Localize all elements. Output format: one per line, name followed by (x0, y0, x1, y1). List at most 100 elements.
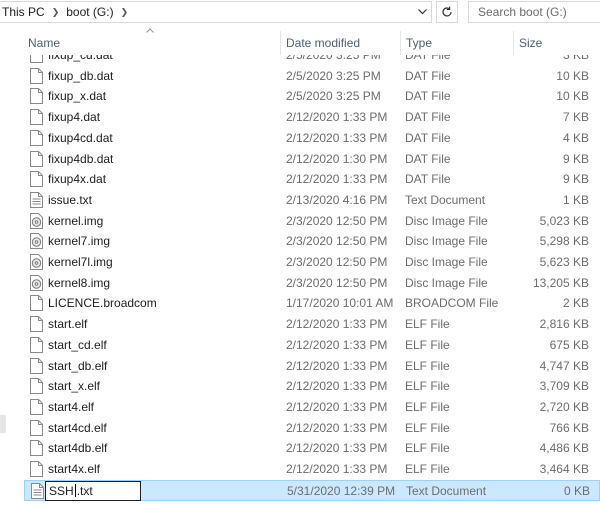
file-type: ELF File (405, 317, 450, 332)
file-name: start_db.elf (48, 358, 108, 373)
file-date: 2/3/2020 12:50 PM (286, 213, 388, 228)
file-row[interactable]: start4cd.elf 2/12/2020 1:33 PM ELF File 766… (24, 418, 600, 439)
file-size: 3 KB (562, 55, 589, 62)
file-name: start.elf (48, 317, 88, 332)
refresh-button[interactable] (436, 1, 458, 23)
file-row[interactable]: start4.elf 2/12/2020 1:33 PM ELF File 2,720… (24, 397, 600, 418)
file-date: 2/12/2020 1:33 PM (286, 130, 388, 145)
file-row[interactable]: LICENCE.broadcom 1/17/2020 10:01 AM BROADC… (24, 293, 600, 314)
file-name: start_cd.elf (48, 337, 107, 352)
file-name: fixup4.dat (48, 110, 101, 125)
file-row[interactable]: start4x.elf 2/12/2020 1:33 PM ELF File 3,46… (24, 459, 600, 480)
file-type: DAT File (405, 55, 451, 62)
file-row[interactable]: fixup_x.dat 2/5/2020 3:25 PM DAT File 10 KB (24, 86, 600, 107)
generic-file-icon (30, 295, 43, 312)
generic-file-icon (30, 461, 43, 477)
file-date: 2/5/2020 3:25 PM (286, 68, 381, 83)
file-type: DAT File (405, 110, 451, 125)
disc-image-icon (30, 212, 43, 229)
breadcrumb-chevron-icon[interactable]: ❯ (52, 7, 60, 18)
generic-file-icon (30, 129, 43, 146)
file-size: 10 KB (556, 89, 589, 104)
file-date: 2/12/2020 1:33 PM (286, 317, 388, 332)
file-name: issue.txt (48, 192, 93, 207)
refresh-icon (442, 6, 452, 17)
file-size: 675 KB (549, 337, 589, 352)
navigation-pane[interactable] (0, 25, 10, 505)
file-size: 10 KB (556, 68, 589, 83)
file-date: 2/13/2020 4:16 PM (286, 192, 388, 207)
rename-text-selected: SSH (49, 483, 74, 498)
file-type: Disc Image File (405, 275, 488, 290)
breadcrumb-chevron-icon[interactable]: ❯ (121, 7, 129, 18)
file-date: 2/12/2020 1:33 PM (286, 379, 388, 394)
file-date: 2/12/2020 1:30 PM (286, 151, 388, 166)
file-row[interactable]: start_x.elf 2/12/2020 1:33 PM ELF File 3,70… (24, 376, 600, 397)
file-row[interactable]: fixup4.dat 2/12/2020 1:33 PM DAT File 7 KB (24, 107, 600, 128)
file-type: ELF File (405, 462, 450, 476)
file-size: 3,709 KB (539, 379, 589, 394)
column-header-date-label: Date modified (286, 36, 361, 50)
file-name: fixup4db.dat (48, 151, 114, 166)
file-row[interactable]: fixup4db.dat 2/12/2020 1:30 PM DAT File 9 K… (24, 149, 600, 170)
file-row[interactable]: kernel8.img 2/3/2020 12:50 PM Disc Image F… (24, 273, 600, 294)
search-input[interactable] (478, 5, 578, 19)
file-row[interactable]: fixup_db.dat 2/5/2020 3:25 PM DAT File 10 K… (24, 66, 600, 87)
file-row[interactable]: start.elf 2/12/2020 1:33 PM ELF File 2,816 … (24, 314, 600, 335)
file-row-renaming[interactable]: SSH .txt 5/31/2020 12:39 PM Text Document… (24, 479, 600, 501)
breadcrumb-this-pc[interactable]: This PC (2, 5, 45, 19)
file-size: 3,464 KB (539, 462, 589, 476)
file-date: 2/5/2020 3:25 PM (286, 55, 381, 62)
file-row[interactable]: issue.txt 2/13/2020 4:16 PM Text Document 1… (24, 190, 600, 211)
file-name: fixup_cd.dat (48, 55, 113, 62)
file-size: 4,747 KB (539, 358, 589, 373)
file-name: start4.elf (48, 399, 95, 414)
file-date: 2/12/2020 1:33 PM (286, 441, 388, 456)
generic-file-icon (30, 171, 43, 188)
file-row[interactable]: fixup4cd.dat 2/12/2020 1:33 PM DAT File 4 K… (24, 128, 600, 149)
generic-file-icon (30, 109, 43, 126)
address-bar-row: This PC ❯ boot (G:) ❯ (0, 0, 600, 25)
file-date: 2/12/2020 1:33 PM (286, 172, 388, 187)
text-file-icon (31, 482, 44, 499)
column-header-name-label: Name (28, 36, 61, 50)
rename-input[interactable]: SSH .txt (45, 480, 141, 501)
file-name: fixup4cd.dat (48, 130, 113, 145)
file-row[interactable]: start_cd.elf 2/12/2020 1:33 PM ELF File 675… (24, 335, 600, 356)
column-header-name[interactable]: Name (24, 28, 281, 55)
file-row[interactable]: start4db.elf 2/12/2020 1:33 PM ELF File 4,4… (24, 438, 600, 459)
column-header-size-label: Size (519, 36, 543, 50)
file-row[interactable]: start_db.elf 2/12/2020 1:33 PM ELF File 4,7… (24, 356, 600, 377)
column-header-type[interactable]: Type (402, 31, 514, 55)
search-box[interactable] (468, 1, 600, 23)
file-row[interactable]: kernel.img 2/3/2020 12:50 PM Disc Image Fi… (24, 211, 600, 232)
generic-file-icon (30, 440, 43, 457)
file-type: ELF File (405, 379, 450, 394)
file-row[interactable]: kernel7.img 2/3/2020 12:50 PM Disc Image F… (24, 231, 600, 252)
file-row[interactable]: kernel7l.img 2/3/2020 12:50 PM Disc Image … (24, 252, 600, 273)
address-dropdown-icon[interactable] (412, 2, 432, 22)
rename-text-extension: .txt (76, 483, 93, 498)
file-size: 2,816 KB (539, 317, 589, 332)
disc-image-icon (30, 254, 43, 270)
file-row[interactable]: fixup_cd.dat 2/5/2020 3:25 PM DAT File 3 KB (24, 55, 600, 66)
file-date: 2/12/2020 1:33 PM (286, 399, 388, 414)
column-header-date[interactable]: Date modified (282, 31, 401, 55)
file-size: 13,205 KB (532, 275, 589, 290)
file-size: 2 KB (562, 296, 589, 311)
file-type: ELF File (405, 358, 450, 373)
file-type: ELF File (405, 399, 450, 414)
file-size: 0 KB (563, 483, 590, 498)
generic-file-icon (30, 357, 43, 374)
file-name: fixup_x.dat (48, 89, 107, 104)
address-bar[interactable]: This PC ❯ boot (G:) ❯ (0, 1, 432, 23)
file-name: start_x.elf (48, 379, 101, 394)
file-date: 2/12/2020 1:33 PM (286, 462, 388, 476)
file-date: 1/17/2020 10:01 AM (286, 296, 394, 311)
file-row[interactable]: fixup4x.dat 2/12/2020 1:33 PM DAT File 9 KB (24, 169, 600, 190)
breadcrumb-boot-drive[interactable]: boot (G:) (66, 5, 113, 19)
navigation-pane-item[interactable] (0, 415, 6, 433)
generic-file-icon (30, 55, 43, 63)
generic-file-icon (30, 378, 43, 395)
column-header-size[interactable]: Size (515, 31, 600, 55)
